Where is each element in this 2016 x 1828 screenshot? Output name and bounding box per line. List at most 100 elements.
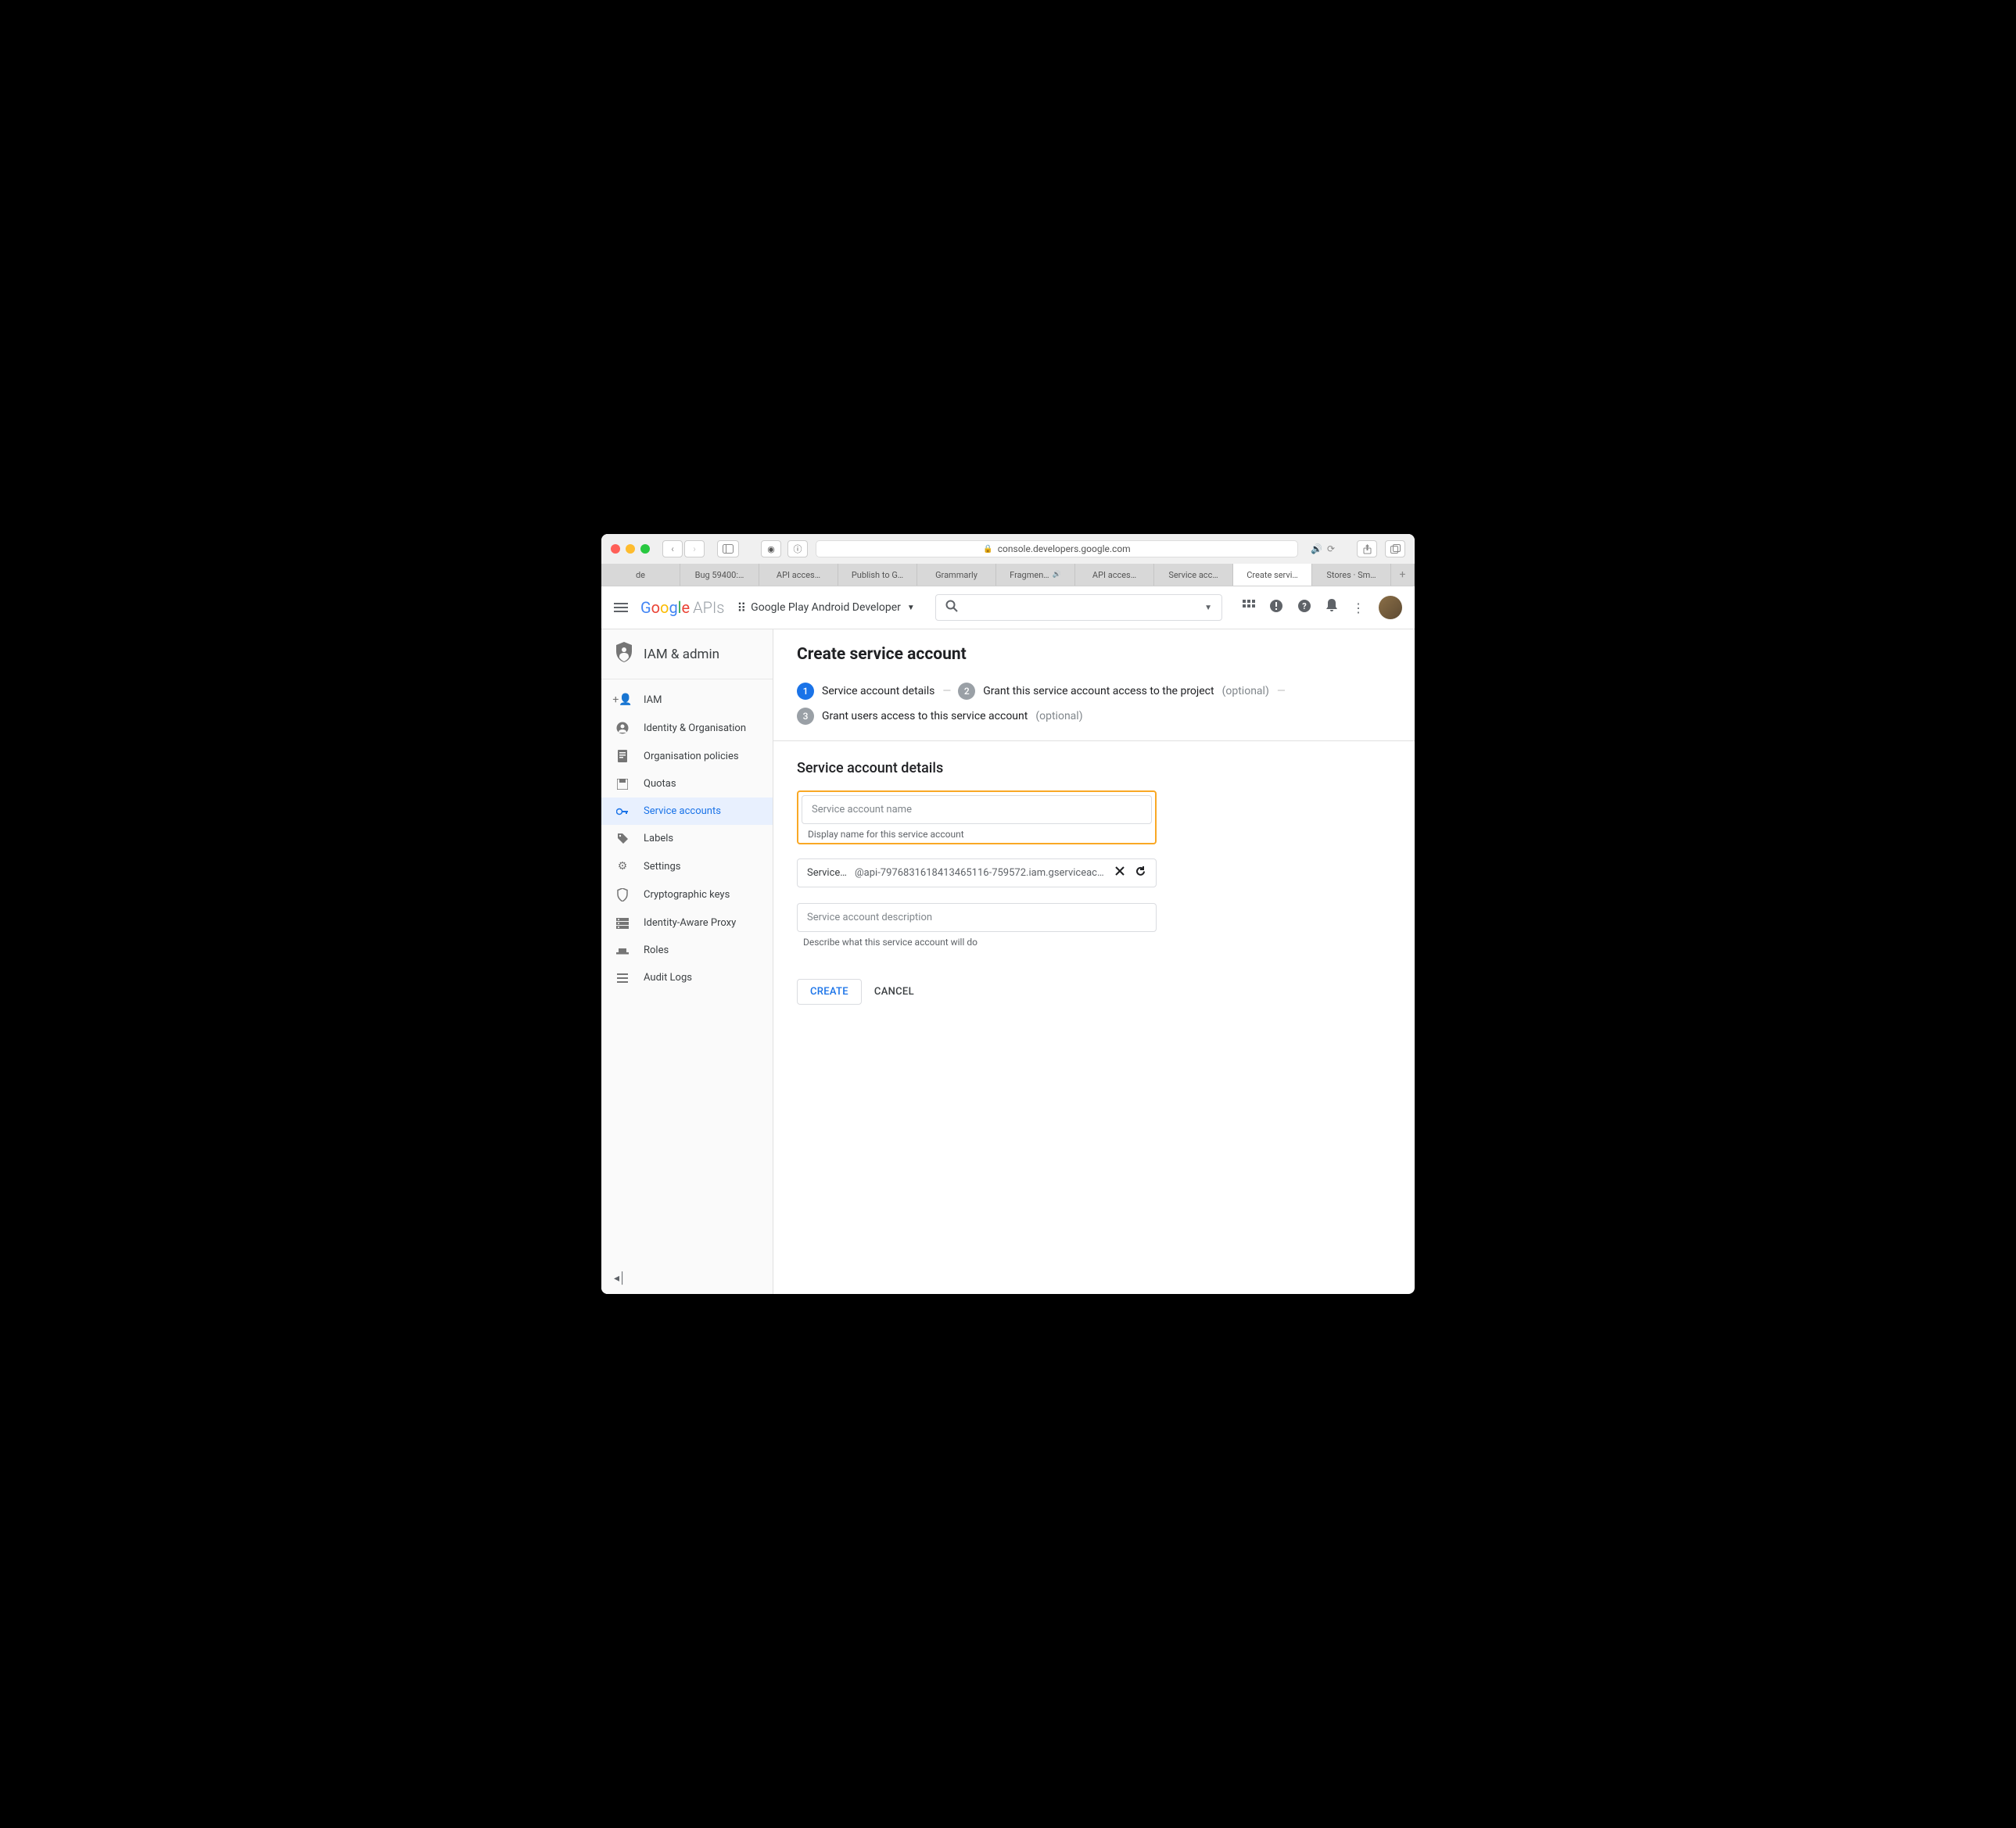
cancel-button[interactable]: CANCEL bbox=[874, 986, 914, 998]
extension-button-2[interactable]: ⓘ bbox=[787, 540, 808, 557]
step-optional: (optional) bbox=[1035, 710, 1082, 722]
clear-id-button[interactable] bbox=[1114, 866, 1125, 880]
search-input[interactable] bbox=[966, 601, 1204, 614]
sidebar-item-service-accounts[interactable]: Service accounts bbox=[601, 798, 773, 825]
search-bar[interactable]: ▼ bbox=[935, 594, 1222, 621]
sidebar-item-labels[interactable]: Labels bbox=[601, 825, 773, 852]
browser-tab[interactable]: de bbox=[601, 564, 680, 586]
sidebar-item-label: Identity-Aware Proxy bbox=[644, 917, 736, 929]
sidebar-item-audit-logs[interactable]: Audit Logs bbox=[601, 964, 773, 991]
browser-window: ‹ › ◉ ⓘ 🔒 console.developers.google.com … bbox=[601, 534, 1415, 1294]
right-chrome bbox=[1357, 540, 1405, 557]
person-circle-icon bbox=[615, 722, 630, 734]
sidebar: IAM & admin +👤 IAM Identity & Organisati… bbox=[601, 629, 773, 1294]
avatar[interactable] bbox=[1379, 596, 1402, 619]
share-button[interactable] bbox=[1357, 540, 1377, 557]
share-icon bbox=[1363, 544, 1372, 554]
notifications-icon[interactable] bbox=[1325, 599, 1338, 616]
section-title: Service account details bbox=[797, 760, 1391, 776]
sidebar-item-roles[interactable]: Roles bbox=[601, 937, 773, 964]
forward-button[interactable]: › bbox=[684, 540, 705, 557]
browser-tabs: de Bug 59400:… API acces… Publish to G… … bbox=[601, 564, 1415, 586]
list-icon bbox=[615, 973, 630, 983]
browser-tab[interactable]: API acces… bbox=[1075, 564, 1154, 586]
highlighted-field: Display name for this service account bbox=[797, 790, 1157, 844]
search-dropdown-icon[interactable]: ▼ bbox=[1204, 604, 1212, 612]
gear-icon: ⚙ bbox=[615, 860, 630, 873]
browser-tab[interactable]: API acces… bbox=[759, 564, 838, 586]
helper-text: Describe what this service account will … bbox=[797, 937, 1157, 948]
step-3[interactable]: 3 Grant users access to this service acc… bbox=[797, 708, 1083, 725]
sidebar-item-label: Labels bbox=[644, 833, 673, 844]
sidebar-item-iam[interactable]: +👤 IAM bbox=[601, 686, 773, 714]
reload-icon[interactable]: ⟳ bbox=[1327, 543, 1335, 554]
hat-icon bbox=[615, 946, 630, 955]
audio-icon[interactable]: 🔊 bbox=[1311, 543, 1322, 554]
project-name: Google Play Android Developer bbox=[751, 601, 901, 614]
sidebar-item-label: Organisation policies bbox=[644, 751, 739, 762]
browser-tab[interactable]: Stores · Sm… bbox=[1312, 564, 1391, 586]
doc-icon bbox=[615, 750, 630, 762]
step-1[interactable]: 1 Service account details bbox=[797, 683, 934, 700]
step-label: Service account details bbox=[822, 685, 934, 697]
helper-text: Display name for this service account bbox=[802, 829, 1152, 840]
step-num: 2 bbox=[958, 683, 975, 700]
sidebar-item-quotas[interactable]: Quotas bbox=[601, 770, 773, 798]
step-2[interactable]: 2 Grant this service account access to t… bbox=[958, 683, 1269, 700]
key-badge-icon bbox=[615, 806, 630, 817]
more-icon[interactable]: ⋮ bbox=[1352, 600, 1365, 615]
topbar: Google APIs ⠿ Google Play Android Develo… bbox=[601, 586, 1415, 629]
hamburger-menu-button[interactable] bbox=[614, 603, 628, 612]
shield-outline-icon bbox=[615, 888, 630, 901]
nav-buttons: ‹ › bbox=[662, 540, 705, 557]
svg-text:?: ? bbox=[1302, 601, 1307, 611]
sidebar-item-label: Quotas bbox=[644, 778, 676, 790]
sidebar-item-label: Identity & Organisation bbox=[644, 722, 746, 734]
close-window-button[interactable] bbox=[611, 544, 620, 554]
help-icon[interactable]: ? bbox=[1297, 599, 1311, 616]
proxy-icon bbox=[615, 918, 630, 929]
new-tab-button[interactable]: + bbox=[1391, 564, 1415, 586]
sidebar-item-iap[interactable]: Identity-Aware Proxy bbox=[601, 909, 773, 937]
extension-button-1[interactable]: ◉ bbox=[761, 540, 781, 557]
titlebar: ‹ › ◉ ⓘ 🔒 console.developers.google.com … bbox=[601, 534, 1415, 564]
panel-icon bbox=[723, 544, 734, 554]
step-num: 3 bbox=[797, 708, 814, 725]
sidebar-item-label: Settings bbox=[644, 861, 680, 873]
gift-icon[interactable] bbox=[1243, 600, 1255, 615]
sidebar-item-crypto-keys[interactable]: Cryptographic keys bbox=[601, 880, 773, 909]
project-selector[interactable]: ⠿ Google Play Android Developer ▼ bbox=[737, 600, 914, 615]
lock-icon: 🔒 bbox=[983, 545, 992, 554]
back-button[interactable]: ‹ bbox=[662, 540, 683, 557]
minimize-window-button[interactable] bbox=[626, 544, 635, 554]
content: IAM & admin +👤 IAM Identity & Organisati… bbox=[601, 629, 1415, 1294]
audio-indicator-icon: 🔊 bbox=[1053, 571, 1061, 579]
refresh-id-button[interactable] bbox=[1135, 866, 1146, 880]
sidebar-item-org-policies[interactable]: Organisation policies bbox=[601, 742, 773, 770]
create-button[interactable]: CREATE bbox=[797, 979, 862, 1005]
browser-tab[interactable]: Bug 59400:… bbox=[680, 564, 759, 586]
browser-tab[interactable]: Service acc… bbox=[1154, 564, 1233, 586]
logo[interactable]: Google APIs bbox=[640, 598, 724, 617]
url-text: console.developers.google.com bbox=[998, 543, 1131, 554]
url-bar[interactable]: 🔒 console.developers.google.com bbox=[816, 540, 1298, 557]
alert-icon[interactable] bbox=[1269, 599, 1283, 616]
tabs-button[interactable] bbox=[1385, 540, 1405, 557]
traffic-lights bbox=[611, 544, 650, 554]
sidebar-item-settings[interactable]: ⚙ Settings bbox=[601, 852, 773, 880]
sidebar-item-identity[interactable]: Identity & Organisation bbox=[601, 714, 773, 742]
browser-tab[interactable]: Fragmen…🔊 bbox=[996, 564, 1075, 586]
sidebar-header: IAM & admin bbox=[601, 629, 773, 679]
project-icon: ⠿ bbox=[737, 600, 744, 615]
browser-tab[interactable]: Publish to G… bbox=[838, 564, 917, 586]
service-account-name-input[interactable] bbox=[802, 795, 1152, 824]
browser-tab[interactable]: Grammarly bbox=[917, 564, 996, 586]
logo-suffix: APIs bbox=[693, 598, 724, 617]
collapse-sidebar-button[interactable]: ◂│ bbox=[614, 1271, 626, 1285]
url-area: ◉ ⓘ 🔒 console.developers.google.com 🔊 ⟳ bbox=[761, 540, 1335, 557]
maximize-window-button[interactable] bbox=[640, 544, 650, 554]
browser-tab-active[interactable]: Create servi… bbox=[1233, 564, 1312, 586]
service-account-description-input[interactable] bbox=[797, 903, 1157, 932]
sidebar-toggle-button[interactable] bbox=[717, 540, 739, 557]
stepper: 1 Service account details — 2 Grant this… bbox=[797, 683, 1391, 725]
